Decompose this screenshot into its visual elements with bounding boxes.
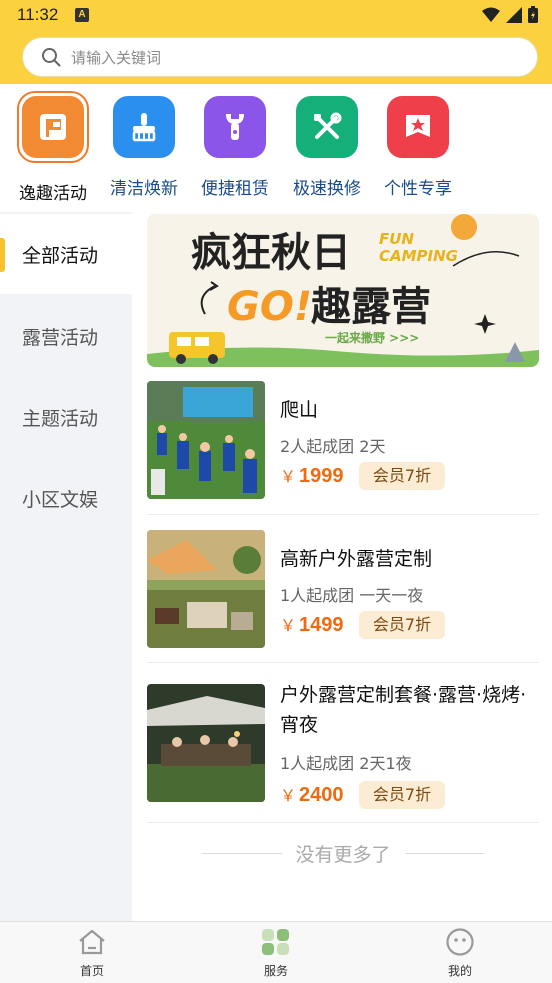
category-label: 逸趣活动 [19, 184, 87, 204]
activity-card[interactable]: 爬山 2人起成团 2天 ￥ 1999 会员7折 [147, 381, 539, 501]
promo-banner[interactable]: 疯狂秋日 FUN CAMPING GO! 趣露营 一起来撒野 >>> [147, 214, 539, 367]
end-of-list: 没有更多了 [202, 840, 485, 866]
star-badge-icon [387, 96, 449, 158]
price-value: 1499 [299, 614, 344, 636]
top-header: 11:32 A 请输入关键词 [0, 0, 552, 84]
activity-price: ￥ 2400 [280, 782, 344, 807]
banner-tagline: 一起来撒野 >>> [325, 330, 419, 345]
tools-icon [296, 96, 358, 158]
sidebar-item-community[interactable]: 小区文娱 [0, 458, 132, 538]
banner-go: GO! [227, 284, 312, 330]
signal-icon [506, 6, 522, 23]
category-rental[interactable]: 便捷租赁 [190, 96, 280, 199]
divider [202, 852, 282, 854]
member-discount-badge: 会员7折 [359, 611, 445, 639]
activity-group-info: 2人起成团 2天 [280, 437, 386, 456]
search-icon [42, 48, 61, 67]
currency-symbol: ￥ [280, 618, 297, 635]
sidebar-item-label: 露营活动 [22, 326, 99, 349]
search-bar[interactable]: 请输入关键词 [22, 37, 538, 77]
banner-fun: FUN [379, 230, 414, 248]
banner-title: 疯狂秋日 [191, 230, 351, 276]
divider [404, 852, 485, 854]
sidebar-item-camping[interactable]: 露营活动 [0, 296, 132, 376]
notification-icon: A [75, 8, 89, 22]
tab-profile[interactable]: 我的 [430, 928, 490, 979]
wrench-icon [204, 96, 266, 158]
sidebar-item-label: 小区文娱 [22, 488, 99, 511]
activity-photo [147, 530, 265, 648]
category-repair[interactable]: 极速换修 [282, 96, 372, 199]
activity-price: ￥ 1999 [280, 463, 344, 488]
activity-photo [147, 381, 265, 499]
banner-subtitle: 趣露营 [311, 284, 431, 330]
activity-card[interactable]: 高新户外露营定制 1人起成团 一天一夜 ￥ 1499 会员7折 [147, 530, 539, 650]
member-discount-badge: 会员7折 [359, 462, 445, 490]
activity-group-info: 1人起成团 一天一夜 [280, 586, 424, 605]
category-exclusive[interactable]: 个性专享 [373, 96, 463, 199]
tab-services[interactable]: 服务 [246, 928, 306, 979]
services-icon [262, 929, 289, 955]
divider [147, 662, 539, 663]
sidebar-item-theme[interactable]: 主题活动 [0, 377, 132, 457]
status-time: 11:32 [17, 5, 59, 24]
bottom-tab-bar: 首页 服务 我的 [0, 921, 552, 983]
price-value: 2400 [299, 784, 344, 806]
category-cleaning[interactable]: 清洁焕新 [99, 96, 189, 199]
activity-photo [147, 684, 265, 802]
active-indicator [0, 238, 5, 272]
sidebar: 全部活动 露营活动 主题活动 小区文娱 [0, 212, 132, 922]
currency-symbol: ￥ [280, 469, 297, 486]
banner-camping: CAMPING [379, 247, 458, 265]
category-label: 极速换修 [293, 179, 361, 199]
currency-symbol: ￥ [280, 788, 297, 805]
no-more-text: 没有更多了 [295, 843, 391, 866]
tab-label: 服务 [263, 964, 288, 978]
category-label: 个性专享 [384, 179, 452, 199]
search-input[interactable]: 请输入关键词 [71, 47, 161, 68]
category-row: 逸趣活动 清洁焕新 便捷租赁 极速换修 个性专享 [0, 86, 552, 204]
sidebar-item-label: 主题活动 [22, 407, 99, 430]
flag-icon [22, 96, 84, 158]
sidebar-item-label: 全部活动 [22, 244, 99, 267]
tab-label: 首页 [79, 964, 104, 978]
divider [147, 514, 539, 515]
broom-icon [113, 96, 175, 158]
activity-title: 户外露营定制套餐·露营·烧烤·宵夜 [280, 684, 527, 736]
tab-home[interactable]: 首页 [62, 928, 122, 979]
profile-icon [446, 928, 474, 956]
activity-title: 爬山 [280, 399, 319, 421]
category-activities[interactable]: 逸趣活动 [8, 91, 98, 204]
activity-price: ￥ 1499 [280, 612, 344, 637]
activity-card[interactable]: 户外露营定制套餐·露营·烧烤·宵夜 1人起成团 2天1夜 ￥ 2400 会员7折 [147, 684, 539, 809]
battery-icon [528, 6, 538, 23]
tab-label: 我的 [447, 964, 472, 978]
wifi-icon [482, 7, 500, 22]
price-value: 1999 [299, 465, 344, 487]
home-icon [79, 929, 105, 955]
divider [147, 822, 539, 823]
activity-group-info: 1人起成团 2天1夜 [280, 754, 412, 773]
member-discount-badge: 会员7折 [359, 781, 445, 809]
category-label: 清洁焕新 [110, 179, 178, 199]
category-label: 便捷租赁 [201, 179, 269, 199]
status-icons [482, 6, 538, 23]
activity-title: 高新户外露营定制 [280, 548, 433, 570]
sidebar-item-all[interactable]: 全部活动 [0, 214, 132, 294]
